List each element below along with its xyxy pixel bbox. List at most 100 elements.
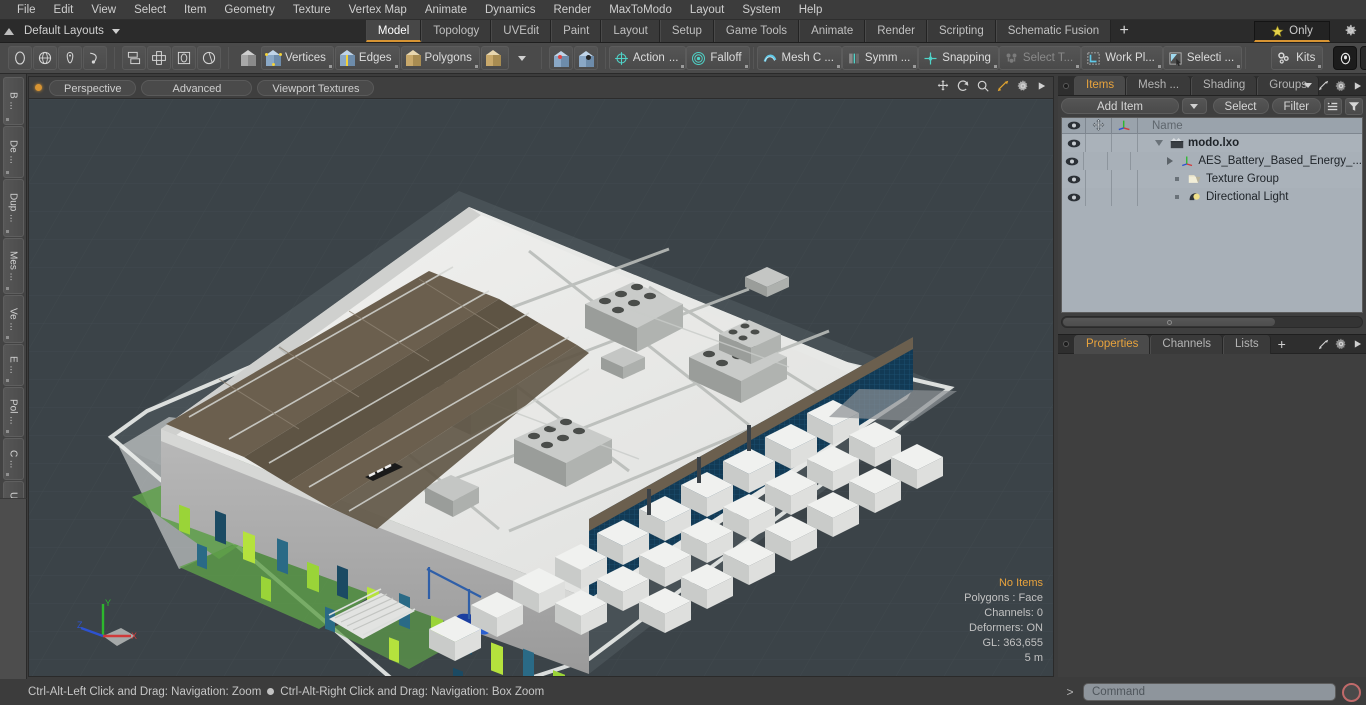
left-tab-polygon[interactable]: Pol ... bbox=[2, 387, 24, 437]
panel-tab-mesh[interactable]: Mesh ... bbox=[1126, 76, 1192, 95]
items-mode-button[interactable] bbox=[236, 46, 260, 70]
menu-item-animate[interactable]: Animate bbox=[416, 0, 476, 20]
rotate-icon[interactable] bbox=[956, 79, 970, 93]
play-icon[interactable] bbox=[1036, 80, 1047, 92]
mesh-constraint-button[interactable]: Mesh C ... bbox=[756, 46, 842, 70]
menu-item-help[interactable]: Help bbox=[790, 0, 832, 20]
table-row[interactable]: Texture Group bbox=[1062, 170, 1362, 188]
gear-icon[interactable] bbox=[1016, 79, 1030, 93]
menu-item-select[interactable]: Select bbox=[125, 0, 175, 20]
menu-item-texture[interactable]: Texture bbox=[284, 0, 340, 20]
menu-item-layout[interactable]: Layout bbox=[681, 0, 734, 20]
funnel-button[interactable] bbox=[1345, 97, 1363, 115]
left-tab-mesh-edit[interactable]: Mes ... bbox=[2, 238, 24, 294]
menu-item-view[interactable]: View bbox=[82, 0, 125, 20]
left-tab-vertex[interactable]: Ve ... bbox=[2, 295, 24, 343]
menu-item-geometry[interactable]: Geometry bbox=[215, 0, 284, 20]
collapse-arrow-icon[interactable] bbox=[4, 27, 14, 35]
table-row[interactable]: modo.lxo bbox=[1062, 134, 1362, 152]
tab-layout[interactable]: Layout bbox=[601, 20, 660, 42]
row-name-cell[interactable]: modo.lxo bbox=[1138, 134, 1362, 152]
panel-tab-shading[interactable]: Shading bbox=[1191, 76, 1258, 95]
default-layouts-dropdown[interactable]: Default Layouts bbox=[20, 20, 128, 43]
pan-icon[interactable] bbox=[936, 79, 950, 93]
menu-item-item[interactable]: Item bbox=[175, 0, 215, 20]
layout-settings-button[interactable] bbox=[1343, 23, 1358, 38]
row-name-cell[interactable]: Directional Light bbox=[1138, 188, 1362, 206]
cross-array-tool-button[interactable] bbox=[147, 46, 171, 70]
sphere-tool-button[interactable] bbox=[33, 46, 57, 70]
expand-toggle[interactable] bbox=[1152, 140, 1166, 146]
tab-uvedit[interactable]: UVEdit bbox=[491, 20, 552, 42]
table-row[interactable]: AES_Battery_Based_Energy_... bbox=[1062, 152, 1362, 170]
menu-item-render[interactable]: Render bbox=[544, 0, 600, 20]
menu-item-file[interactable]: File bbox=[8, 0, 45, 20]
polygons-mode-button[interactable]: Polygons bbox=[400, 46, 480, 70]
round-tool-button[interactable] bbox=[197, 46, 221, 70]
item-list-empty-area[interactable] bbox=[1062, 206, 1362, 302]
gear-icon[interactable] bbox=[1335, 338, 1347, 350]
menu-item-dynamics[interactable]: Dynamics bbox=[476, 0, 544, 20]
expand-icon[interactable] bbox=[1318, 339, 1329, 350]
selection-sets-button[interactable]: Selecti ... bbox=[1162, 46, 1243, 70]
only-toggle[interactable]: Only bbox=[1254, 21, 1330, 42]
zoom-icon[interactable] bbox=[976, 79, 990, 93]
tab-paint[interactable]: Paint bbox=[551, 20, 602, 42]
ellipse-tool-button[interactable] bbox=[8, 46, 32, 70]
snapping-button[interactable]: Snapping bbox=[918, 46, 999, 70]
edges-mode-button[interactable]: Edges bbox=[334, 46, 400, 70]
select-through-toggle[interactable] bbox=[548, 46, 573, 70]
work-plane-button[interactable]: Work Pl... bbox=[1081, 46, 1163, 70]
row-visibility-toggle[interactable] bbox=[1062, 170, 1086, 188]
properties-panel-body[interactable] bbox=[1058, 354, 1366, 654]
left-tab-deform[interactable]: De ... bbox=[2, 126, 24, 178]
tab-setup[interactable]: Setup bbox=[659, 20, 714, 42]
left-tab-basic[interactable]: B ... bbox=[2, 77, 24, 125]
list-options-button[interactable] bbox=[1324, 97, 1343, 115]
tab-model[interactable]: Model bbox=[365, 20, 422, 42]
viewport-shading-dropdown[interactable]: Advanced bbox=[141, 79, 253, 96]
maximize-icon[interactable] bbox=[996, 79, 1010, 93]
row-name-cell[interactable]: Texture Group bbox=[1138, 170, 1362, 188]
chevron-down-icon[interactable] bbox=[1304, 83, 1312, 88]
gear-icon[interactable] bbox=[1335, 80, 1347, 92]
select-button[interactable]: Select bbox=[1212, 98, 1269, 114]
row-name-cell[interactable]: AES_Battery_Based_Energy_... bbox=[1131, 152, 1362, 170]
viewport-view-dropdown[interactable]: Perspective bbox=[49, 79, 137, 96]
viewport-canvas[interactable] bbox=[29, 99, 1053, 676]
scrollbar-thumb[interactable] bbox=[1063, 318, 1275, 326]
kits-button[interactable]: Kits bbox=[1271, 46, 1324, 70]
left-tab-curve[interactable]: C ... bbox=[2, 438, 24, 480]
modo-logo-button[interactable] bbox=[1333, 46, 1358, 70]
tab-animate[interactable]: Animate bbox=[799, 20, 866, 42]
table-row[interactable]: Directional Light bbox=[1062, 188, 1362, 206]
panel-tab-properties[interactable]: Properties bbox=[1074, 334, 1151, 354]
record-circle-icon[interactable] bbox=[1342, 682, 1361, 702]
command-input[interactable] bbox=[1083, 683, 1336, 701]
filter-button[interactable]: Filter bbox=[1271, 98, 1322, 114]
row-visibility-toggle[interactable] bbox=[1062, 188, 1086, 206]
menu-item-edit[interactable]: Edit bbox=[45, 0, 83, 20]
row-visibility-toggle[interactable] bbox=[1062, 134, 1086, 152]
item-list-hscrollbar[interactable] bbox=[1061, 316, 1363, 328]
add-tab-button[interactable]: + bbox=[1111, 20, 1137, 42]
select-backface-toggle[interactable] bbox=[573, 46, 598, 70]
symmetry-button[interactable]: Symm ... bbox=[841, 46, 919, 70]
add-item-button[interactable]: Add Item bbox=[1061, 98, 1179, 114]
items-select-button[interactable] bbox=[480, 46, 509, 70]
viewport-textures-dropdown[interactable]: Viewport Textures bbox=[257, 79, 375, 96]
expand-icon[interactable] bbox=[1318, 80, 1329, 91]
menu-item-system[interactable]: System bbox=[733, 0, 789, 20]
panel-tab-lists[interactable]: Lists bbox=[1223, 334, 1271, 354]
left-tab-edge[interactable]: E ... bbox=[2, 344, 24, 386]
play-icon[interactable] bbox=[1353, 339, 1362, 349]
panel-tab-items[interactable]: Items bbox=[1074, 76, 1127, 95]
menu-item-maxtomodo[interactable]: MaxToModo bbox=[600, 0, 681, 20]
curve-tool-button[interactable] bbox=[83, 46, 107, 70]
play-icon[interactable] bbox=[1353, 81, 1362, 91]
3d-viewport[interactable]: Perspective Advanced Viewport Textures N… bbox=[28, 76, 1054, 677]
vertices-mode-button[interactable]: Vertices bbox=[261, 46, 334, 70]
square-tool-button[interactable] bbox=[172, 46, 196, 70]
action-center-button[interactable]: Action ... bbox=[608, 46, 687, 70]
pen-tool-button[interactable] bbox=[58, 46, 82, 70]
